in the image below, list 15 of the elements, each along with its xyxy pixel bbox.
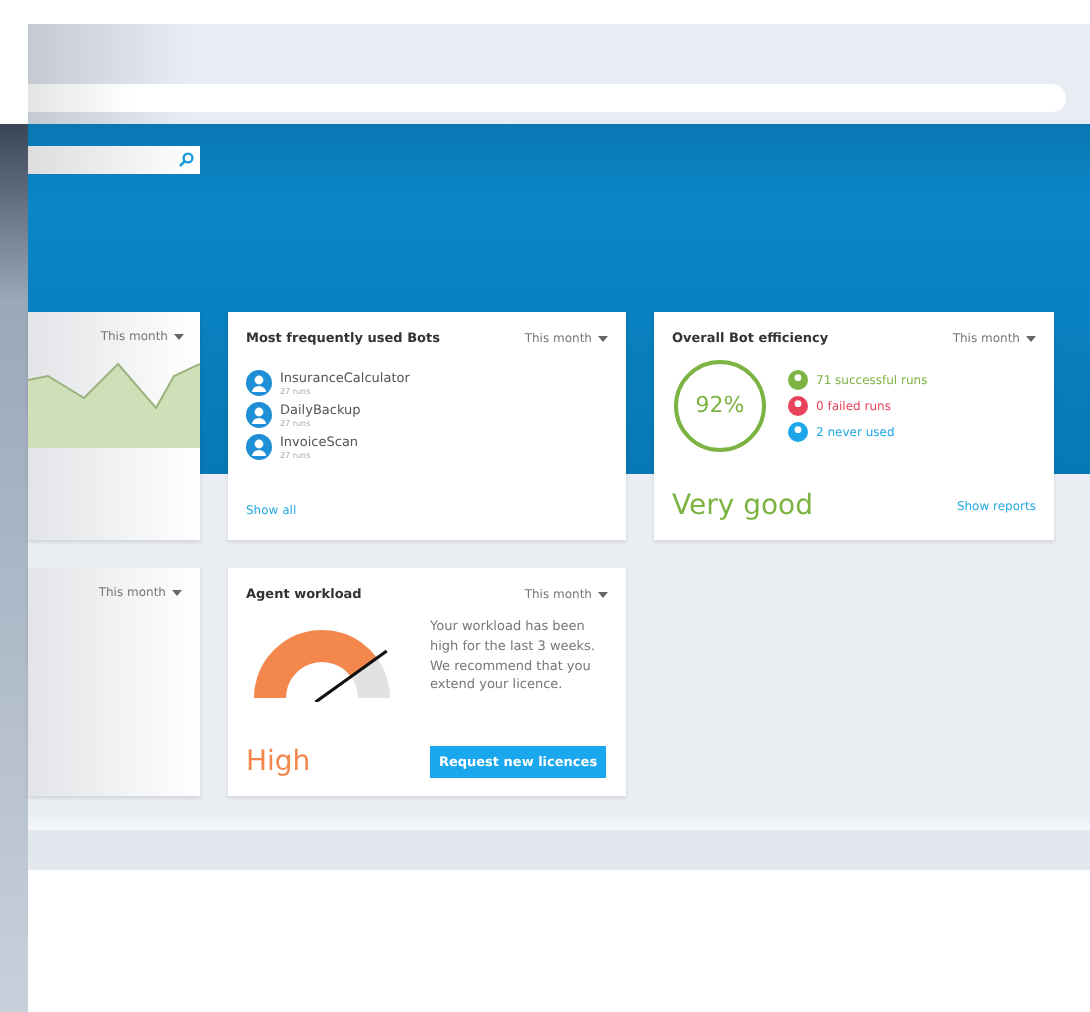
robot-icon [246, 434, 272, 460]
robot-icon [246, 370, 272, 396]
address-bar[interactable] [28, 84, 1066, 112]
caret-icon [172, 590, 182, 596]
ring-drawing [672, 358, 768, 454]
percent-value: 92% [693, 392, 747, 418]
robot-icon [246, 402, 272, 428]
search-field[interactable] [28, 146, 200, 174]
rating-text: High [246, 746, 313, 778]
caret-icon [1026, 335, 1036, 341]
caret-icon [598, 335, 608, 341]
rating-text: Very good [672, 490, 813, 522]
caret-icon [598, 591, 608, 597]
caret-icon [174, 334, 184, 340]
search-icon[interactable] [178, 152, 194, 168]
